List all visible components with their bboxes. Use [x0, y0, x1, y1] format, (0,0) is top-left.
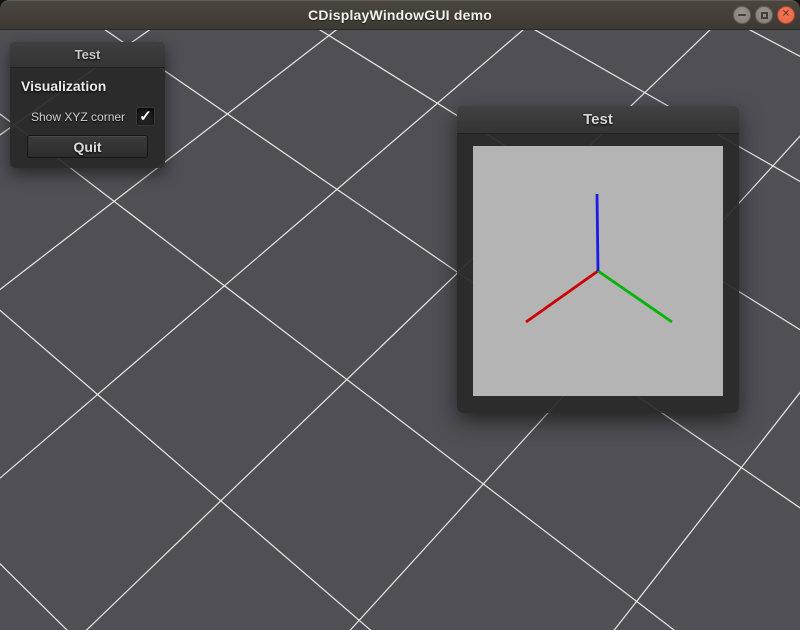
subwindow-body [457, 134, 739, 413]
panel-title: Test [75, 47, 101, 62]
close-icon: ✕ [782, 10, 790, 20]
app-window: CDisplayWindowGUI demo ✕ Test Visualizat… [0, 0, 800, 630]
subwindow-titlebar[interactable]: Test [457, 106, 739, 134]
show-xyz-checkbox[interactable]: ✓ [136, 107, 155, 126]
gl-viewport[interactable]: Test Visualization Show XYZ corner ✓ Qui… [0, 30, 800, 630]
minimize-icon [738, 14, 746, 16]
test-subwindow: Test [457, 106, 739, 413]
maximize-button[interactable] [755, 6, 773, 24]
minimize-button[interactable] [733, 6, 751, 24]
xyz-axes-canvas[interactable] [473, 146, 723, 396]
subwindow-title: Test [583, 111, 613, 128]
checkmark-icon: ✓ [139, 109, 152, 124]
quit-button[interactable]: Quit [27, 135, 148, 158]
checkbox-label: Show XYZ corner [31, 110, 125, 124]
panel-body: Visualization Show XYZ corner ✓ Quit [10, 68, 165, 168]
section-label: Visualization [21, 78, 155, 94]
control-panel: Test Visualization Show XYZ corner ✓ Qui… [10, 42, 165, 168]
close-button[interactable]: ✕ [777, 6, 795, 24]
maximize-icon [761, 12, 768, 19]
checkbox-row: Show XYZ corner ✓ [31, 107, 155, 126]
panel-titlebar[interactable]: Test [10, 42, 165, 68]
window-title: CDisplayWindowGUI demo [308, 7, 492, 23]
window-titlebar[interactable]: CDisplayWindowGUI demo ✕ [0, 0, 800, 30]
window-controls: ✕ [733, 0, 795, 30]
